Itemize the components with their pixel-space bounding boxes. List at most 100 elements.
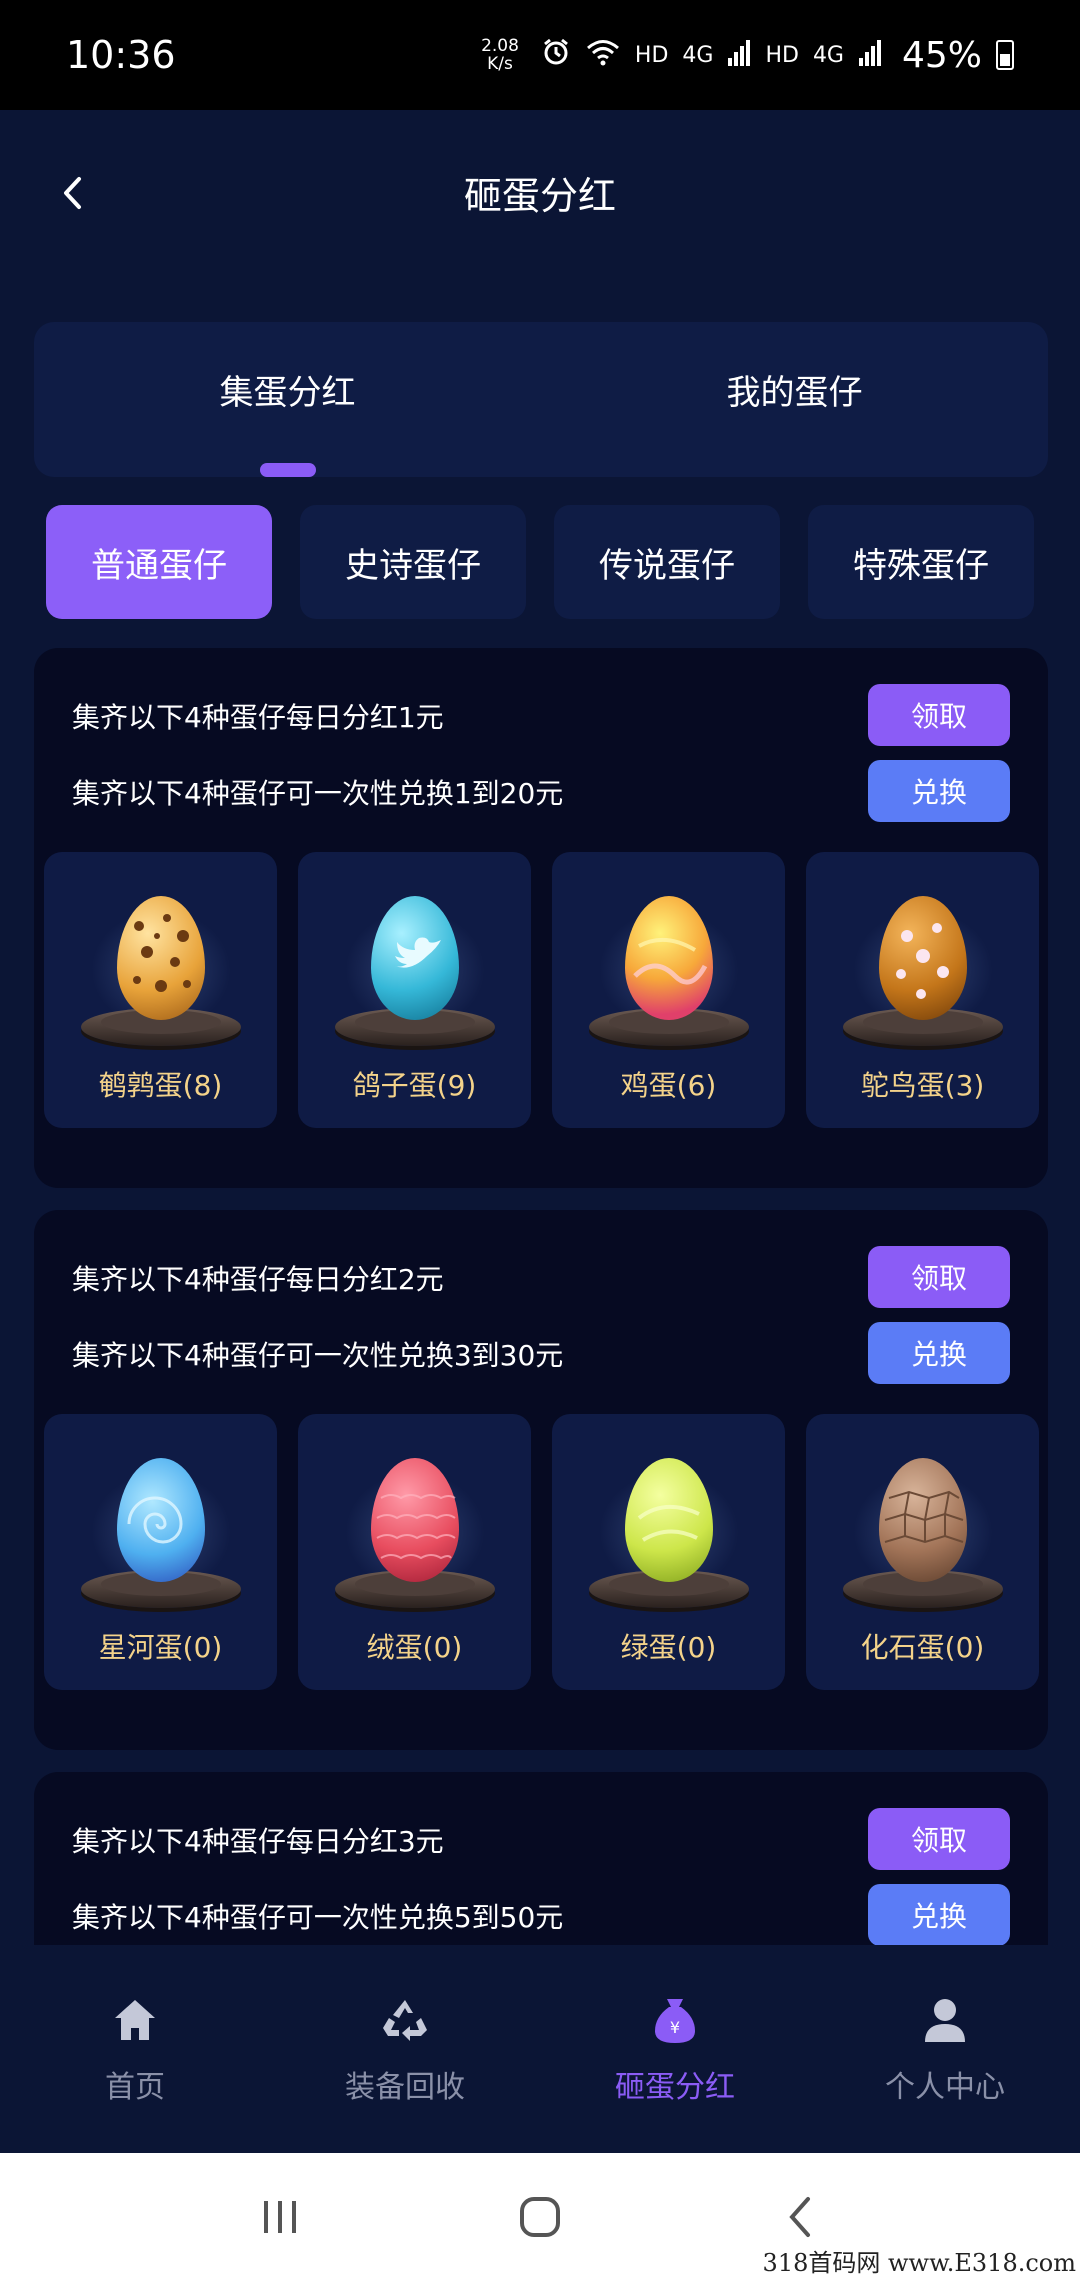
back-button[interactable]: [48, 168, 98, 218]
egg-label: 鸵鸟蛋(3): [860, 1069, 985, 1102]
bottom-tab-bar: 首页 装备回收 ¥ 砸蛋分红 个人中心: [0, 1945, 1080, 2153]
user-icon: [917, 1992, 973, 2048]
exchange-text: 集齐以下4种蛋仔可一次性兑换5到50元: [72, 1901, 564, 1934]
egg-shape: [370, 896, 459, 1020]
home-button[interactable]: [500, 2177, 580, 2257]
recycle-icon: [377, 1992, 433, 2048]
alarm-icon: [541, 37, 571, 73]
back-arrow-icon: [789, 2196, 810, 2237]
signal-4g-label-1: 4G: [682, 42, 714, 68]
tab-special-eggs[interactable]: 特殊蛋仔: [808, 505, 1034, 619]
main-tabs: 集蛋分红 我的蛋仔: [34, 322, 1048, 477]
status-indicators: 2.08 K/s HD 4G HD 4G 45%: [481, 35, 1014, 76]
network-speed-unit: K/s: [487, 54, 513, 74]
daily-bonus-text: 集齐以下4种蛋仔每日分红2元: [72, 1263, 444, 1296]
nav-egg-bonus-label: 砸蛋分红: [615, 2070, 735, 2105]
nav-home[interactable]: 首页: [0, 1945, 270, 2153]
egg-shape: [116, 1458, 205, 1582]
egg-card[interactable]: 鹌鹑蛋(8): [44, 852, 277, 1128]
battery-icon: [996, 40, 1014, 70]
egg-label: 化石蛋(0): [860, 1631, 985, 1664]
quail-egg-image: [61, 870, 261, 1060]
egg-label: 星河蛋(0): [98, 1631, 223, 1664]
battery-percent: 45%: [901, 34, 982, 76]
hd-label-2: HD: [765, 42, 799, 68]
fossil-egg-image: [823, 1432, 1023, 1622]
egg-label: 绿蛋(0): [620, 1631, 717, 1664]
recent-apps-icon: [264, 2200, 296, 2233]
exchange-button[interactable]: 兑换: [868, 1884, 1010, 1945]
status-bar: 10:36 2.08 K/s HD 4G HD 4G 45%: [0, 0, 1080, 110]
tab-collect-bonus-label: 集蛋分红: [219, 373, 356, 413]
tab-epic-eggs[interactable]: 史诗蛋仔: [300, 505, 526, 619]
exchange-text: 集齐以下4种蛋仔可一次性兑换1到20元: [72, 777, 564, 810]
exchange-button[interactable]: 兑换: [868, 760, 1010, 822]
nav-equipment-recycle-label: 装备回收: [345, 2070, 465, 2105]
egg-card[interactable]: 星河蛋(0): [44, 1414, 277, 1690]
green-egg-image: [569, 1432, 769, 1622]
chicken-egg-image: [569, 870, 769, 1060]
svg-text:¥: ¥: [670, 2018, 680, 2037]
home-icon: [107, 1992, 163, 2048]
egg-label: 鸽子蛋(9): [352, 1069, 477, 1102]
egg-card[interactable]: 化石蛋(0): [806, 1414, 1039, 1690]
egg-card[interactable]: 绿蛋(0): [552, 1414, 785, 1690]
recent-apps-button[interactable]: [240, 2177, 320, 2257]
galaxy-egg-image: [61, 1432, 261, 1622]
egg-shape: [878, 896, 967, 1020]
nav-home-label: 首页: [105, 2070, 165, 2105]
egg-list: 星河蛋(0) 绒蛋(0) 绿蛋(0) 化石蛋(0): [44, 1414, 1044, 1690]
exchange-button[interactable]: 兑换: [868, 1322, 1010, 1384]
tab-my-eggs[interactable]: 我的蛋仔: [541, 322, 1048, 477]
ostrich-egg-image: [823, 870, 1023, 1060]
egg-list: 鹌鹑蛋(8) 鸽子蛋(9) 鸡蛋(6) 鸵鸟蛋(3): [44, 852, 1044, 1128]
egg-card[interactable]: 鸡蛋(6): [552, 852, 785, 1128]
egg-shape: [624, 896, 713, 1020]
hd-label-1: HD: [634, 42, 669, 68]
page-title: 砸蛋分红: [463, 174, 616, 218]
egg-label: 绒蛋(0): [366, 1631, 463, 1664]
nav-egg-bonus[interactable]: ¥ 砸蛋分红: [540, 1945, 810, 2153]
egg-label: 鸡蛋(6): [620, 1069, 717, 1102]
nav-equipment-recycle[interactable]: 装备回收: [270, 1945, 540, 2153]
egg-category-tabs: 普通蛋仔 史诗蛋仔 传说蛋仔 特殊蛋仔: [46, 505, 1034, 619]
network-speed: 2.08 K/s: [481, 37, 519, 73]
tab-my-eggs-label: 我的蛋仔: [726, 373, 863, 413]
egg-card[interactable]: 鸽子蛋(9): [298, 852, 531, 1128]
tab-legend-eggs[interactable]: 传说蛋仔: [554, 505, 780, 619]
signal-icon-2: [858, 38, 882, 72]
home-circle-icon: [520, 2196, 560, 2237]
claim-button[interactable]: 领取: [868, 1808, 1010, 1870]
system-navigation-bar: 318首码网 www.E318.com: [0, 2153, 1080, 2280]
egg-shape: [370, 1458, 459, 1582]
egg-set-card: 集齐以下4种蛋仔每日分红1元 领取 集齐以下4种蛋仔可一次性兑换1到20元 兑换…: [34, 648, 1048, 1188]
egg-label: 鹌鹑蛋(8): [98, 1069, 223, 1102]
tab-collect-bonus[interactable]: 集蛋分红: [34, 322, 541, 477]
velvet-egg-image: [315, 1432, 515, 1622]
nav-profile[interactable]: 个人中心: [810, 1945, 1080, 2153]
tab-normal-eggs[interactable]: 普通蛋仔: [46, 505, 272, 619]
daily-bonus-text: 集齐以下4种蛋仔每日分红1元: [72, 701, 444, 734]
egg-card[interactable]: 鸵鸟蛋(3): [806, 852, 1039, 1128]
daily-bonus-text: 集齐以下4种蛋仔每日分红3元: [72, 1825, 444, 1858]
claim-button[interactable]: 领取: [868, 1246, 1010, 1308]
egg-set-card: 集齐以下4种蛋仔每日分红3元 领取 集齐以下4种蛋仔可一次性兑换5到50元 兑换: [34, 1772, 1048, 1945]
status-time: 10:36: [66, 33, 176, 77]
egg-shape: [116, 896, 205, 1020]
signal-4g-label-2: 4G: [812, 42, 844, 68]
exchange-text: 集齐以下4种蛋仔可一次性兑换3到30元: [72, 1339, 564, 1372]
egg-set-card: 集齐以下4种蛋仔每日分红2元 领取 集齐以下4种蛋仔可一次性兑换3到30元 兑换…: [34, 1210, 1048, 1750]
money-bag-icon: ¥: [647, 1992, 703, 2048]
watermark-text: 318首码网 www.E318.com: [762, 2249, 1076, 2277]
egg-shape: [624, 1458, 713, 1582]
network-speed-value: 2.08: [481, 36, 519, 56]
wifi-icon: [585, 37, 621, 73]
egg-card[interactable]: 绒蛋(0): [298, 1414, 531, 1690]
top-nav-bar: 砸蛋分红: [0, 110, 1080, 275]
nav-profile-label: 个人中心: [885, 2070, 1005, 2105]
pigeon-egg-image: [315, 870, 515, 1060]
egg-shape: [878, 1458, 967, 1582]
active-tab-indicator: [259, 463, 316, 477]
signal-icon-1: [727, 38, 751, 72]
claim-button[interactable]: 领取: [868, 684, 1010, 746]
